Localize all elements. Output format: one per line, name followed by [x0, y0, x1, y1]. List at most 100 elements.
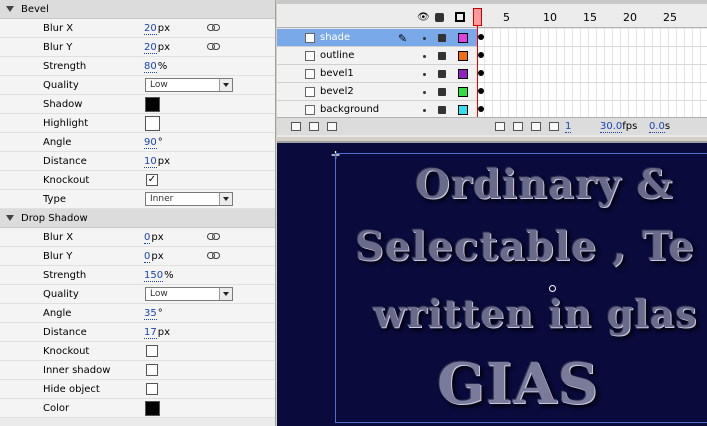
- eye-icon[interactable]: 👁: [417, 12, 430, 23]
- property-dropdown[interactable]: Low: [145, 78, 233, 92]
- property-label: Distance: [43, 327, 87, 338]
- frame-number: 25: [663, 11, 677, 24]
- collapse-triangle-icon[interactable]: [6, 215, 14, 221]
- filter-property-row: Quality Low: [0, 76, 275, 95]
- property-label: Angle: [43, 137, 72, 148]
- keyframe[interactable]: [478, 106, 484, 112]
- lock-icon[interactable]: [438, 70, 446, 78]
- onion-skin-icon[interactable]: [513, 122, 523, 131]
- property-checkbox[interactable]: [146, 383, 158, 395]
- property-checkbox[interactable]: [146, 364, 158, 376]
- transform-point-icon[interactable]: [549, 285, 556, 292]
- lock-icon[interactable]: [438, 52, 446, 60]
- layer-color-swatch[interactable]: [458, 87, 468, 97]
- property-dropdown[interactable]: Inner: [145, 192, 233, 206]
- onion-outline-icon[interactable]: [531, 122, 541, 131]
- lock-icon[interactable]: [438, 34, 446, 42]
- layer-frames[interactable]: [477, 65, 707, 83]
- property-value[interactable]: 0px: [144, 251, 164, 263]
- filters-panel: Bevel Blur X 20px Blur Y 20px Strength 80% Qual…: [0, 0, 276, 426]
- layer-color-swatch[interactable]: [458, 51, 468, 61]
- property-value[interactable]: 10px: [144, 156, 170, 168]
- property-label: Shadow: [43, 99, 83, 110]
- visibility-dot[interactable]: [423, 73, 426, 76]
- layer-name[interactable]: shade: [320, 32, 350, 43]
- property-value[interactable]: 17px: [144, 327, 170, 339]
- property-value[interactable]: 150%: [144, 270, 174, 282]
- property-value[interactable]: 90°: [144, 137, 163, 149]
- property-label: Knockout: [43, 175, 90, 186]
- color-swatch[interactable]: [145, 97, 160, 112]
- property-label: Blur X: [43, 232, 74, 243]
- layer-frames[interactable]: [477, 47, 707, 65]
- filter-property-row: Strength 150%: [0, 266, 275, 285]
- outline-square-icon[interactable]: [455, 12, 465, 22]
- frame-number: 10: [543, 11, 557, 24]
- collapse-triangle-icon[interactable]: [6, 6, 14, 12]
- property-label: Blur Y: [43, 251, 73, 262]
- layer-row[interactable]: bevel1: [277, 65, 477, 83]
- frame-ruler[interactable]: 5 10 15 20 25: [477, 4, 707, 28]
- color-swatch[interactable]: [145, 116, 160, 131]
- layer-row[interactable]: outline: [277, 47, 477, 65]
- chevron-down-icon[interactable]: [219, 79, 232, 91]
- link-icon[interactable]: [207, 252, 221, 260]
- lock-icon[interactable]: [438, 106, 446, 114]
- glassy-text[interactable]: GIAS: [437, 351, 707, 417]
- filter-section-drop-shadow[interactable]: Drop Shadow: [0, 209, 275, 228]
- layer-color-swatch[interactable]: [458, 33, 468, 43]
- property-value[interactable]: 80%: [144, 61, 167, 73]
- property-checkbox[interactable]: [146, 345, 158, 357]
- link-icon[interactable]: [207, 233, 221, 241]
- link-icon[interactable]: [207, 24, 221, 32]
- keyframe[interactable]: [478, 88, 484, 94]
- lock-icon[interactable]: [438, 88, 446, 96]
- visibility-dot[interactable]: [423, 109, 426, 112]
- property-checkbox[interactable]: ✓: [146, 174, 158, 186]
- layer-row[interactable]: bevel2: [277, 83, 477, 101]
- layer-color-swatch[interactable]: [458, 105, 468, 115]
- layer-frames[interactable]: [477, 83, 707, 101]
- layer-name[interactable]: background: [320, 104, 379, 115]
- link-icon[interactable]: [207, 43, 221, 51]
- visibility-dot[interactable]: [423, 37, 426, 40]
- playhead[interactable]: [473, 8, 482, 26]
- layer-row[interactable]: shade ✎: [277, 29, 477, 47]
- visibility-dot[interactable]: [423, 55, 426, 58]
- delete-layer-icon[interactable]: [327, 122, 337, 131]
- keyframe[interactable]: [478, 34, 484, 40]
- frame-rate[interactable]: 30.0fps: [600, 121, 637, 133]
- add-layer-icon[interactable]: [291, 122, 301, 131]
- filter-property-row: Distance 17px: [0, 323, 275, 342]
- filter-property-row: Color: [0, 399, 275, 418]
- chevron-down-icon[interactable]: [219, 193, 232, 205]
- stage-text-line-1[interactable]: Ordinary &: [415, 161, 673, 208]
- keyframe[interactable]: [478, 52, 484, 58]
- add-folder-icon[interactable]: [309, 122, 319, 131]
- filter-property-row: Inner shadow: [0, 361, 275, 380]
- color-swatch[interactable]: [145, 401, 160, 416]
- visibility-dot[interactable]: [423, 91, 426, 94]
- keyframe[interactable]: [478, 70, 484, 76]
- layer-frames[interactable]: [477, 29, 707, 47]
- filter-section-bevel[interactable]: Bevel: [0, 0, 275, 19]
- property-value[interactable]: 0px: [144, 232, 164, 244]
- layer-name[interactable]: bevel2: [320, 86, 354, 97]
- stage-text-line-2[interactable]: Selectable , Te: [355, 223, 695, 270]
- layer-name[interactable]: outline: [320, 50, 354, 61]
- stage-text-line-3[interactable]: written in glas: [373, 291, 698, 336]
- filter-property-row: Highlight: [0, 114, 275, 133]
- filter-property-row: Type Inner: [0, 190, 275, 209]
- property-value[interactable]: 20px: [144, 23, 170, 35]
- chevron-down-icon[interactable]: [219, 288, 232, 300]
- edit-multiple-icon[interactable]: [549, 122, 559, 131]
- layer-name[interactable]: bevel1: [320, 68, 354, 79]
- property-value[interactable]: 20px: [144, 42, 170, 54]
- center-frame-icon[interactable]: [495, 122, 505, 131]
- property-dropdown[interactable]: Low: [145, 287, 233, 301]
- property-value[interactable]: 35°: [144, 308, 163, 320]
- layer-color-swatch[interactable]: [458, 69, 468, 79]
- property-label: Distance: [43, 156, 87, 167]
- lock-icon[interactable]: [435, 13, 444, 22]
- stage[interactable]: ✛ Ordinary & Selectable , Te written in …: [277, 141, 707, 426]
